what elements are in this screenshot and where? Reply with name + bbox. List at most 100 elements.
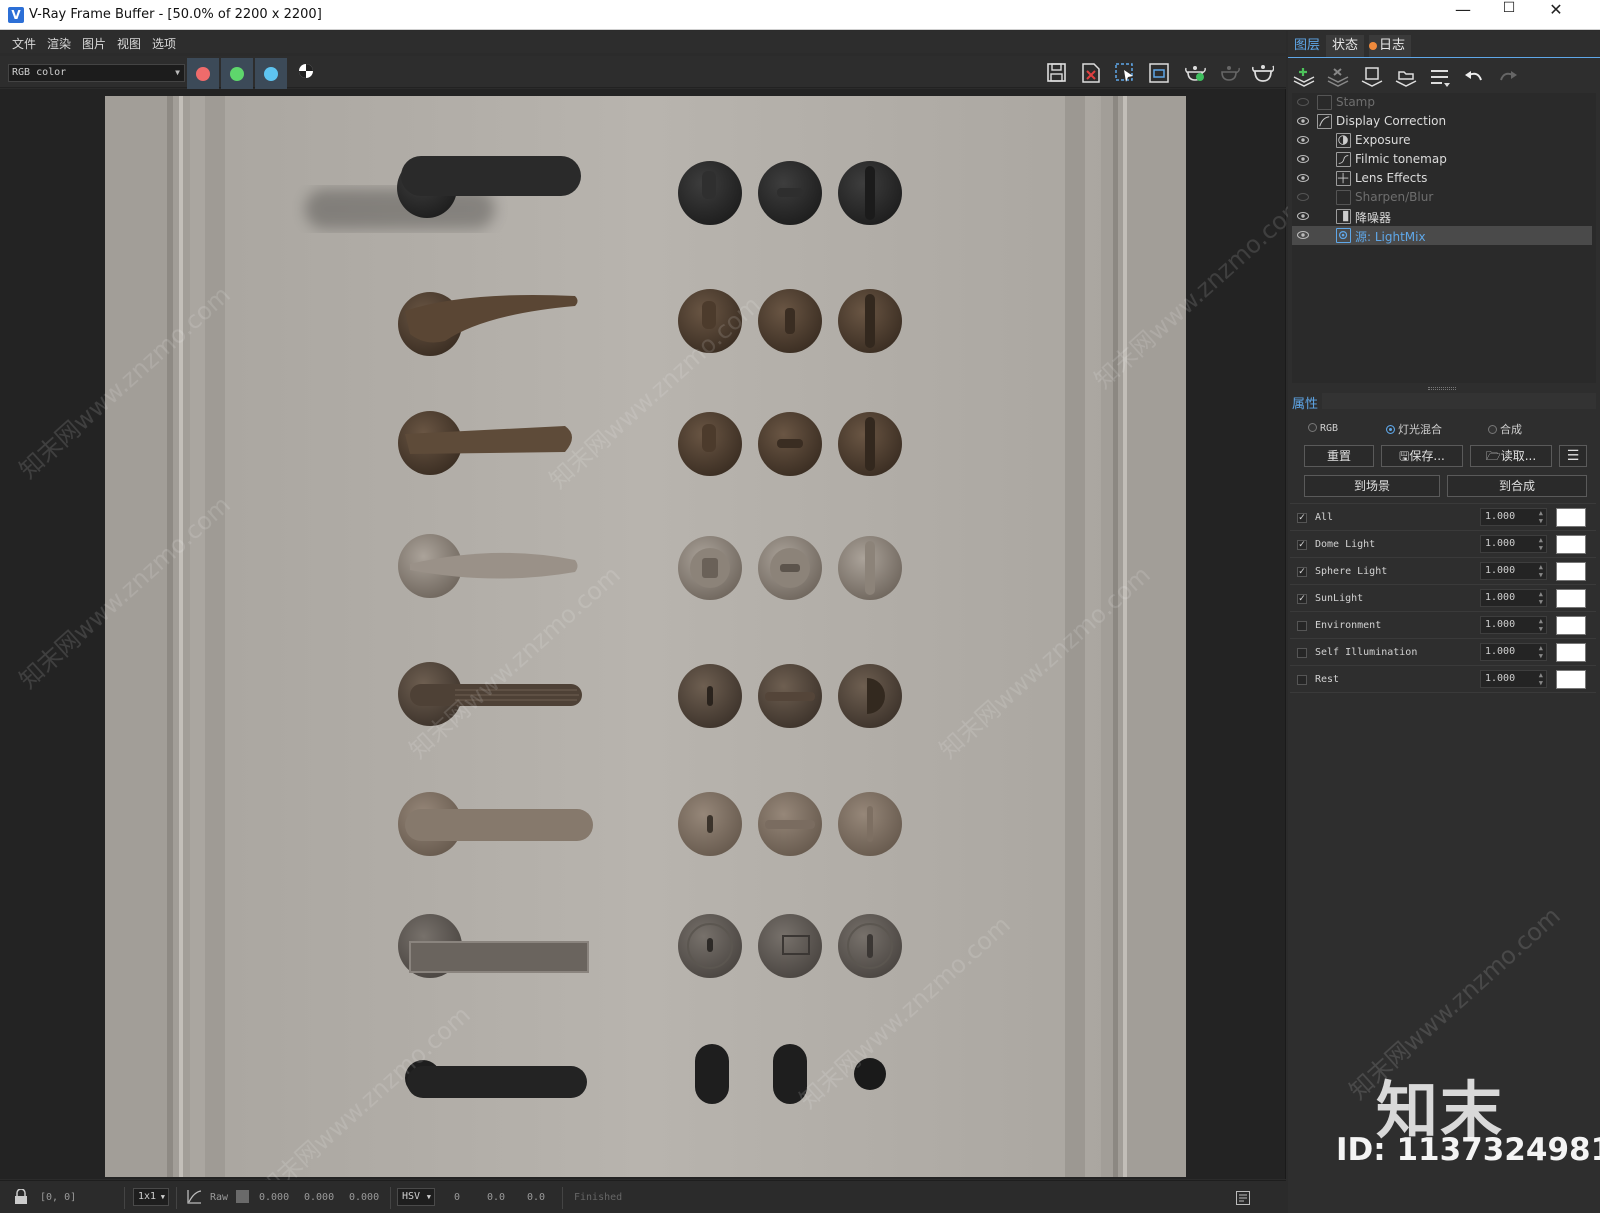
rendered-image[interactable] <box>105 96 1186 1177</box>
enable-checkbox[interactable] <box>1297 675 1307 685</box>
enable-checkbox[interactable]: ✓ <box>1297 513 1307 523</box>
menu-image[interactable]: 图片 <box>82 35 106 52</box>
light-color-swatch[interactable] <box>1556 589 1586 608</box>
layer-sharpen-blur[interactable]: Sharpen/Blur <box>1292 188 1592 207</box>
radio-composite[interactable]: 合成 <box>1488 421 1522 437</box>
lightmix-row-environment[interactable]: Environment 1.000 ▲ ▼ <box>1290 613 1596 639</box>
light-color-swatch[interactable] <box>1556 562 1586 581</box>
eye-icon[interactable] <box>1297 212 1309 220</box>
lightmix-row-dome-light[interactable]: ✓ Dome Light 1.000 ▲ ▼ <box>1290 532 1596 558</box>
spinner-arrows-icon[interactable]: ▲ ▼ <box>1539 509 1543 525</box>
intensity-spinner[interactable]: 1.000 ▲ ▼ <box>1480 535 1547 553</box>
radio-lightmix[interactable]: 灯光混合 <box>1386 421 1442 437</box>
close-button[interactable]: ✕ <box>1533 0 1579 30</box>
blue-channel-button[interactable] <box>255 58 287 90</box>
minimize-button[interactable]: — <box>1440 0 1486 30</box>
lightmix-row-all[interactable]: ✓ All 1.000 ▲ ▼ <box>1290 505 1596 531</box>
curve-icon[interactable] <box>186 1189 202 1205</box>
load-lightmix-button[interactable]: 🗁读取... <box>1470 445 1552 467</box>
enable-checkbox[interactable]: ✓ <box>1297 567 1307 577</box>
tab-log[interactable]: 日志 <box>1369 35 1411 57</box>
panel-splitter[interactable] <box>1428 387 1456 390</box>
layer-stamp[interactable]: Stamp <box>1292 93 1592 112</box>
light-color-swatch[interactable] <box>1556 643 1586 662</box>
intensity-spinner[interactable]: 1.000 ▲ ▼ <box>1480 670 1547 688</box>
undo-icon[interactable] <box>1462 67 1486 89</box>
layer-exposure[interactable]: Exposure <box>1292 131 1592 150</box>
save-icon[interactable] <box>1046 62 1068 84</box>
layer-lens-effects[interactable]: Lens Effects <box>1292 169 1592 188</box>
eye-icon[interactable] <box>1297 155 1309 163</box>
layer-denoiser[interactable]: 降噪器 <box>1292 207 1592 226</box>
red-channel-button[interactable] <box>187 58 219 90</box>
render-teapot-icon[interactable] <box>1184 62 1206 84</box>
lightmix-row-rest[interactable]: Rest 1.000 ▲ ▼ <box>1290 667 1596 693</box>
channel-dropdown[interactable]: RGB color ▼ <box>8 64 185 82</box>
eye-hidden-icon[interactable] <box>1297 98 1309 106</box>
enable-checkbox[interactable] <box>1297 648 1307 658</box>
maximize-button[interactable]: ☐ <box>1486 0 1532 30</box>
intensity-spinner[interactable]: 1.000 ▲ ▼ <box>1480 508 1547 526</box>
enable-checkbox[interactable]: ✓ <box>1297 594 1307 604</box>
redo-icon[interactable] <box>1496 67 1520 89</box>
spinner-arrows-icon[interactable]: ▲ ▼ <box>1539 590 1543 606</box>
delete-layer-icon[interactable] <box>1326 67 1350 89</box>
log-icon[interactable] <box>1236 1191 1250 1205</box>
lightmix-menu-button[interactable]: ☰ <box>1559 445 1587 467</box>
menu-options[interactable]: 选项 <box>152 35 176 52</box>
tab-layers[interactable]: 图层 <box>1288 35 1327 57</box>
to-scene-button[interactable]: 到场景 <box>1304 475 1440 497</box>
lightmix-row-sunlight[interactable]: ✓ SunLight 1.000 ▲ ▼ <box>1290 586 1596 612</box>
light-color-swatch[interactable] <box>1556 616 1586 635</box>
layer-display-correction[interactable]: Display Correction <box>1292 112 1592 131</box>
zoom-dropdown[interactable]: 1x1 ▼ <box>133 1188 169 1206</box>
alpha-channel-icon[interactable] <box>297 62 315 80</box>
color-mode-dropdown[interactable]: HSV ▼ <box>397 1188 435 1206</box>
light-color-swatch[interactable] <box>1556 670 1586 689</box>
to-composite-button[interactable]: 到合成 <box>1447 475 1587 497</box>
load-layers-icon[interactable] <box>1394 67 1418 89</box>
light-color-swatch[interactable] <box>1556 535 1586 554</box>
lock-cursor-icon[interactable] <box>14 1189 28 1205</box>
intensity-spinner[interactable]: 1.000 ▲ ▼ <box>1480 562 1547 580</box>
interactive-render-icon[interactable] <box>1252 62 1274 84</box>
save-layers-icon[interactable] <box>1360 67 1384 89</box>
tab-stats[interactable]: 状态 <box>1326 35 1365 57</box>
lightmix-row-self-illumination[interactable]: Self Illumination 1.000 ▲ ▼ <box>1290 640 1596 666</box>
menu-file[interactable]: 文件 <box>12 35 36 52</box>
eye-icon[interactable] <box>1297 174 1309 182</box>
spinner-arrows-icon[interactable]: ▲ ▼ <box>1539 563 1543 579</box>
layer-filmic-tonemap[interactable]: Filmic tonemap <box>1292 150 1592 169</box>
status-divider <box>124 1187 125 1209</box>
layer-options-icon[interactable] <box>1428 67 1452 89</box>
eye-icon[interactable] <box>1297 231 1309 239</box>
layer-tree: Stamp Display Correction Exposure Filmic… <box>1292 93 1596 383</box>
clear-image-icon[interactable] <box>1080 62 1102 84</box>
save-lightmix-button[interactable]: 🖫保存... <box>1381 445 1463 467</box>
eye-icon[interactable] <box>1297 117 1309 125</box>
intensity-spinner[interactable]: 1.000 ▲ ▼ <box>1480 589 1547 607</box>
add-layer-icon[interactable] <box>1292 67 1316 89</box>
menu-view[interactable]: 视图 <box>117 35 141 52</box>
intensity-spinner[interactable]: 1.000 ▲ ▼ <box>1480 616 1547 634</box>
green-channel-button[interactable] <box>221 58 253 90</box>
lightmix-row-sphere-light[interactable]: ✓ Sphere Light 1.000 ▲ ▼ <box>1290 559 1596 585</box>
enable-checkbox[interactable] <box>1297 621 1307 631</box>
eye-hidden-icon[interactable] <box>1297 193 1309 201</box>
intensity-spinner[interactable]: 1.000 ▲ ▼ <box>1480 643 1547 661</box>
spinner-arrows-icon[interactable]: ▲ ▼ <box>1539 536 1543 552</box>
radio-rgb[interactable]: RGB <box>1308 421 1338 434</box>
eye-icon[interactable] <box>1297 136 1309 144</box>
spinner-arrows-icon[interactable]: ▲ ▼ <box>1539 617 1543 633</box>
fit-view-icon[interactable] <box>1148 62 1170 84</box>
layer-source-lightmix[interactable]: 源: LightMix <box>1292 226 1592 245</box>
spinner-arrows-icon[interactable]: ▲ ▼ <box>1539 671 1543 687</box>
light-color-swatch[interactable] <box>1556 508 1586 527</box>
region-render-icon[interactable] <box>1114 62 1136 84</box>
reset-button[interactable]: 重置 <box>1304 445 1374 467</box>
render-viewport[interactable]: 知末网www.znzmo.com 知末网www.znzmo.com 知末网www… <box>0 89 1311 1204</box>
stop-render-icon[interactable] <box>1218 62 1240 84</box>
menu-render[interactable]: 渲染 <box>47 35 71 52</box>
spinner-arrows-icon[interactable]: ▲ ▼ <box>1539 644 1543 660</box>
enable-checkbox[interactable]: ✓ <box>1297 540 1307 550</box>
